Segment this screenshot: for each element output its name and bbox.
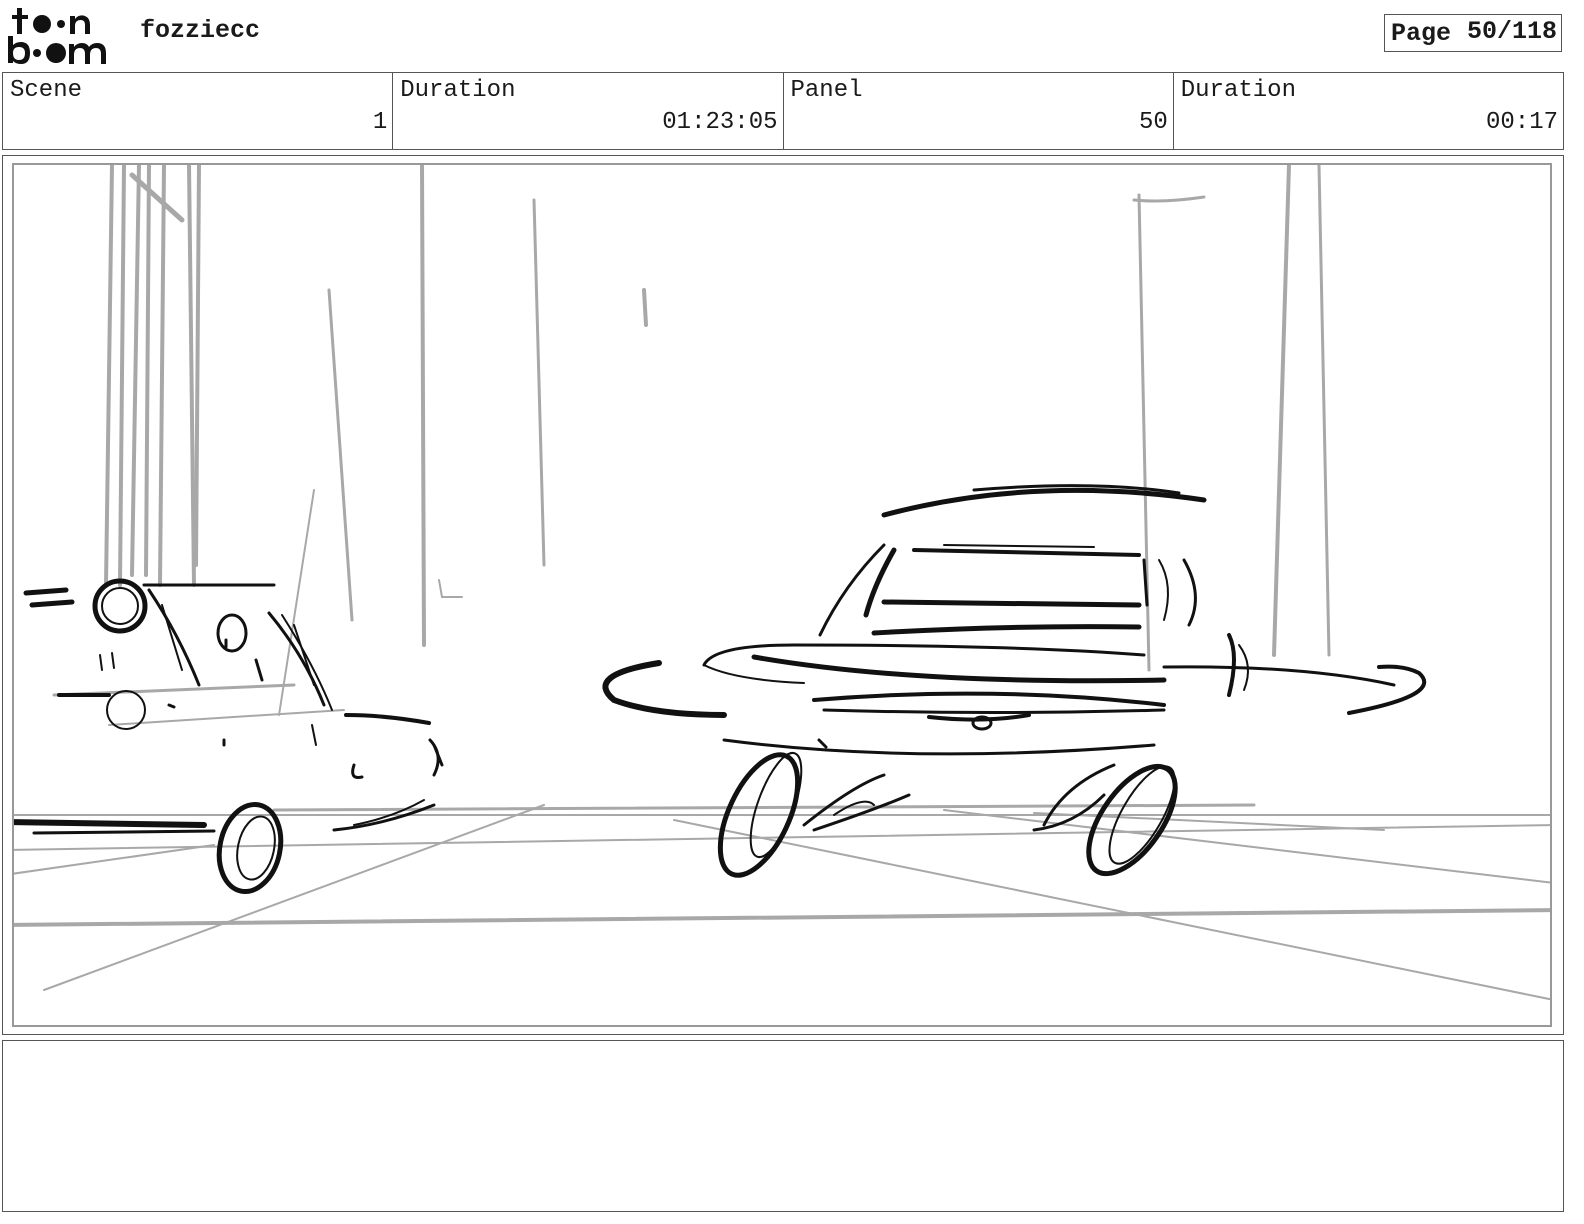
- scene-label: Scene: [10, 77, 83, 104]
- page-indicator: Page 50/118: [1384, 14, 1562, 52]
- scene-info-bar: Scene 1 Duration 01:23:05 Panel 50 Durat…: [2, 72, 1564, 150]
- panel-duration-label: Duration: [1180, 77, 1296, 104]
- storyboard-panel-image: [12, 163, 1552, 1027]
- toon-boom-logo: [6, 4, 118, 66]
- scene-cell: Scene 1: [3, 73, 394, 149]
- right-car-sketch: [602, 484, 1427, 878]
- scene-duration-value: 01:23:05: [662, 109, 778, 136]
- background-sketch: [14, 165, 1550, 1001]
- panel-duration-cell: Duration 00:17: [1174, 73, 1563, 149]
- scene-duration-cell: Duration 01:23:05: [393, 73, 784, 149]
- left-car-sketch: [14, 578, 444, 894]
- page-number: 50/118: [1466, 17, 1557, 46]
- scene-duration-label: Duration: [400, 77, 516, 104]
- page-label: Page: [1391, 19, 1452, 48]
- project-name: fozziecc: [140, 16, 261, 45]
- panel-value: 50: [1138, 109, 1168, 136]
- panel-duration-value: 00:17: [1485, 109, 1558, 136]
- panel-label: Panel: [790, 77, 863, 104]
- scene-value: 1: [372, 109, 388, 136]
- panel-notes-area: [2, 1040, 1564, 1212]
- panel-cell: Panel 50: [784, 73, 1174, 149]
